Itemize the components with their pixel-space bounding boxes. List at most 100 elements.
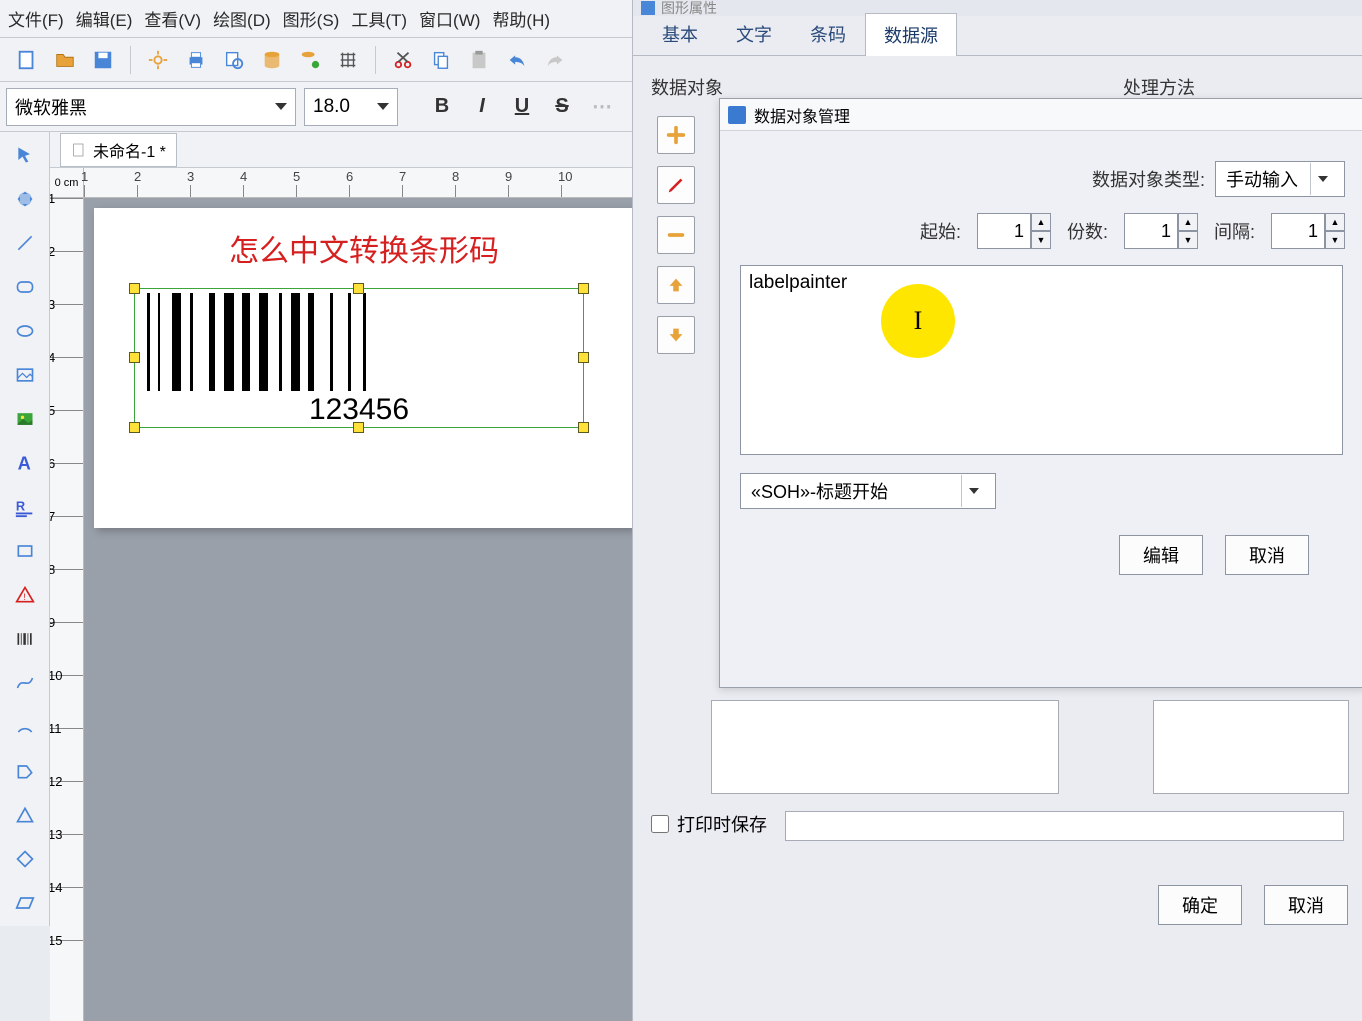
parallelogram-tool[interactable] [2, 882, 48, 924]
menu-view[interactable]: 查看(V) [144, 6, 201, 31]
grid-button[interactable] [331, 43, 365, 77]
dialog-cancel-button[interactable]: 取消 [1225, 535, 1309, 575]
move-up-button[interactable] [657, 266, 695, 304]
dialog-icon [728, 106, 746, 124]
ok-button[interactable]: 确定 [1158, 885, 1242, 925]
redo-button[interactable] [538, 43, 572, 77]
resize-handle[interactable] [353, 422, 364, 433]
copy-button[interactable] [424, 43, 458, 77]
menu-draw[interactable]: 绘图(D) [213, 6, 271, 31]
document-tab[interactable]: 未命名-1 * [60, 133, 177, 167]
spin-down[interactable]: ▼ [1178, 231, 1198, 249]
chevron-down-icon [275, 103, 287, 110]
print-button[interactable] [179, 43, 213, 77]
image-tool[interactable] [2, 398, 48, 440]
tab-datasource[interactable]: 数据源 [865, 13, 957, 56]
gap-spinner[interactable]: ▲▼ [1271, 213, 1345, 249]
font-size-select[interactable]: 18.0 [304, 88, 398, 126]
triangle-tool[interactable] [2, 794, 48, 836]
line-tool[interactable] [2, 222, 48, 264]
warning-tool[interactable]: ! [2, 574, 48, 616]
resize-handle[interactable] [578, 422, 589, 433]
dialog-titlebar[interactable]: 数据对象管理 [720, 99, 1362, 131]
font-name: 微软雅黑 [15, 94, 87, 120]
tab-basic[interactable]: 基本 [643, 12, 717, 55]
edit-button[interactable] [657, 166, 695, 204]
spin-down[interactable]: ▼ [1031, 231, 1051, 249]
select-tool[interactable] [2, 134, 48, 176]
diamond-tool[interactable] [2, 838, 48, 880]
menu-shape[interactable]: 图形(S) [283, 6, 340, 31]
canvas-area[interactable]: 0 cm 12345678910 123456789101112131415 怎… [50, 168, 632, 1021]
database-button[interactable] [255, 43, 289, 77]
spin-up[interactable]: ▲ [1178, 213, 1198, 231]
spin-up[interactable]: ▲ [1031, 213, 1051, 231]
preview-button[interactable] [217, 43, 251, 77]
menu-tools[interactable]: 工具(T) [351, 6, 407, 31]
menu-file[interactable]: 文件(F) [8, 6, 64, 31]
canvas-page[interactable]: 怎么中文转换条形码 123456 [94, 208, 632, 528]
spin-up[interactable]: ▲ [1325, 213, 1345, 231]
rounded-rect-tool[interactable] [2, 266, 48, 308]
image-frame-tool[interactable] [2, 354, 48, 396]
type-combo[interactable]: 手动输入 [1215, 161, 1345, 197]
resize-handle[interactable] [353, 283, 364, 294]
arc-tool[interactable] [2, 706, 48, 748]
settings-button[interactable] [141, 43, 175, 77]
cut-button[interactable] [386, 43, 420, 77]
tab-text[interactable]: 文字 [717, 12, 791, 55]
start-label: 起始: [920, 218, 961, 244]
spin-down[interactable]: ▼ [1325, 231, 1345, 249]
resize-handle[interactable] [578, 283, 589, 294]
start-input[interactable] [977, 213, 1031, 249]
data-text-value: labelpainter [749, 272, 847, 293]
resize-handle[interactable] [578, 352, 589, 363]
gap-input[interactable] [1271, 213, 1325, 249]
curve-tool[interactable] [2, 662, 48, 704]
process-method-list[interactable] [1153, 700, 1349, 794]
add-button[interactable] [657, 116, 695, 154]
open-file-button[interactable] [48, 43, 82, 77]
count-spinner[interactable]: ▲▼ [1124, 213, 1198, 249]
pan-tool[interactable] [2, 178, 48, 220]
soh-combo[interactable]: «SOH»-标题开始 [740, 473, 996, 509]
rect-tool[interactable] [2, 530, 48, 572]
canvas-title-text[interactable]: 怎么中文转换条形码 [94, 226, 632, 270]
tab-barcode[interactable]: 条码 [791, 12, 865, 55]
underline-button[interactable]: U [504, 89, 540, 125]
undo-button[interactable] [500, 43, 534, 77]
richtext-tool[interactable]: R [2, 486, 48, 528]
paste-button[interactable] [462, 43, 496, 77]
cancel-button[interactable]: 取消 [1264, 885, 1348, 925]
start-spinner[interactable]: ▲▼ [977, 213, 1051, 249]
menu-window[interactable]: 窗口(W) [419, 6, 480, 31]
resize-handle[interactable] [129, 352, 140, 363]
count-input[interactable] [1124, 213, 1178, 249]
menu-help[interactable]: 帮助(H) [492, 6, 550, 31]
bold-button[interactable]: B [424, 89, 460, 125]
type-label: 数据对象类型: [1092, 166, 1205, 192]
database-link-button[interactable] [293, 43, 327, 77]
italic-button[interactable]: I [464, 89, 500, 125]
remove-button[interactable] [657, 216, 695, 254]
ellipse-tool[interactable] [2, 310, 48, 352]
dialog-edit-button[interactable]: 编辑 [1119, 535, 1203, 575]
font-select[interactable]: 微软雅黑 [6, 88, 296, 126]
print-save-checkbox[interactable] [651, 815, 669, 833]
data-text-input[interactable]: labelpainter I [740, 265, 1343, 455]
strike-button[interactable]: S [544, 89, 580, 125]
move-down-button[interactable] [657, 316, 695, 354]
polygon-tool[interactable] [2, 750, 48, 792]
menu-edit[interactable]: 编辑(E) [76, 6, 133, 31]
gap-label: 间隔: [1214, 218, 1255, 244]
data-object-list[interactable] [711, 700, 1059, 794]
print-save-input[interactable] [785, 811, 1344, 841]
resize-handle[interactable] [129, 283, 140, 294]
save-button[interactable] [86, 43, 120, 77]
barcode-object[interactable]: 123456 [134, 288, 584, 428]
more-format-button[interactable]: ⋯ [584, 89, 620, 125]
resize-handle[interactable] [129, 422, 140, 433]
new-file-button[interactable] [10, 43, 44, 77]
barcode-tool[interactable] [2, 618, 48, 660]
text-tool[interactable]: A [2, 442, 48, 484]
